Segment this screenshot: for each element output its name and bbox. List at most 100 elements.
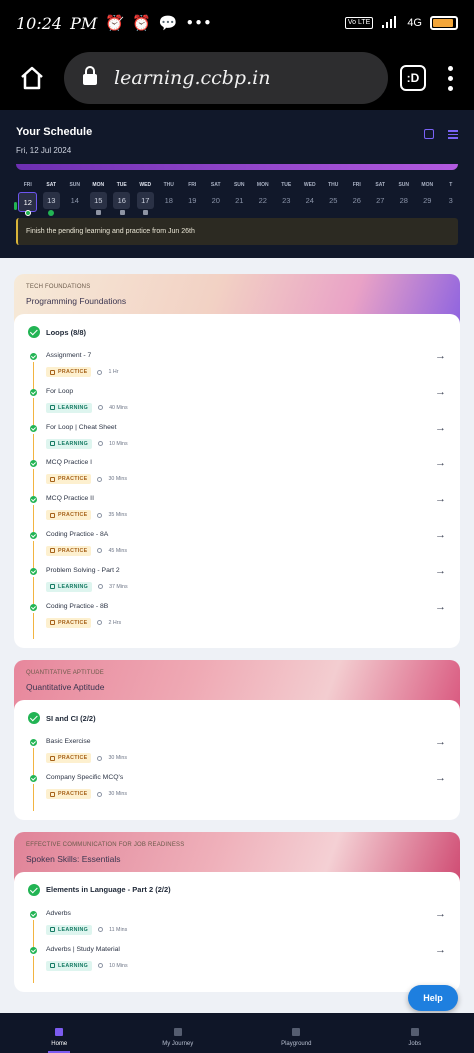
day-26[interactable]: FRI 26 [345,182,369,212]
day-number: 12 [18,192,38,212]
day-20[interactable]: SAT 20 [204,182,228,212]
day-21[interactable]: SUN 21 [228,182,252,212]
timeline-line [33,469,34,497]
status-left: 10:24 PM ⏰̸ ⏰ 💬 ••• [16,14,212,33]
item-duration: 10 Mins [109,440,128,447]
arrow-right-icon[interactable]: → [435,565,446,577]
topic-label: Loops (8/8) [46,327,87,337]
day-29[interactable]: MON 29 [416,182,440,212]
calendar-icon[interactable] [424,129,434,139]
list-item[interactable]: Assignment - 7 PRACTICE 1 Hr → [28,350,446,389]
topic-label: Elements in Language - Part 2 (2/2) [46,885,171,895]
day-17[interactable]: WED 17 [134,182,158,215]
arrow-right-icon[interactable]: → [435,601,446,613]
alarm-icon: ⏰ [131,14,151,32]
item-duration: 35 Mins [108,512,128,519]
tag-label: PRACTICE [58,547,88,554]
day-name: TUE [116,182,127,188]
arrow-right-icon[interactable]: → [435,422,446,434]
nav-jobs[interactable]: Jobs [356,1028,474,1047]
clock-icon [97,512,103,518]
topic-title[interactable]: Elements in Language - Part 2 (2/2) [28,883,446,896]
list-item[interactable]: For Loop | Cheat Sheet LEARNING 10 Mins → [28,422,446,461]
list-item[interactable]: Adverbs LEARNING 11 Mins → [28,908,446,947]
home-icon[interactable] [12,58,52,98]
check-icon [30,353,37,360]
arrow-right-icon[interactable]: → [435,493,446,505]
item-name: Coding Practice - 8A [46,530,109,538]
nav-label: My Journey [162,1041,194,1047]
network-type: 4G [407,17,422,29]
day-24[interactable]: WED 24 [298,182,322,212]
item-duration: 30 Mins [108,755,128,762]
day-16[interactable]: TUE 16 [110,182,134,215]
nav-my-journey[interactable]: My Journey [119,1028,237,1047]
browser-menu-icon[interactable] [438,65,462,91]
check-icon [30,388,37,396]
clipboard-icon [50,476,55,482]
arrow-right-icon[interactable]: → [435,529,446,541]
list-item[interactable]: For Loop LEARNING 40 Mins → [28,386,446,425]
topic-title[interactable]: Loops (8/8) [28,326,446,338]
course-category: TECH FOUNDATIONS [26,284,91,290]
day-number: 21 [235,196,244,205]
day-27[interactable]: SAT 27 [369,182,393,212]
check-icon [30,946,37,954]
day-14[interactable]: SUN 14 [63,182,87,212]
list-icon[interactable] [448,130,458,155]
arrow-right-icon[interactable]: → [435,457,446,469]
item-meta: PRACTICE 30 Mins [46,753,446,764]
arrow-right-icon[interactable]: → [435,350,446,362]
list-item[interactable]: Coding Practice - 8A PRACTICE 45 Mins → [28,529,446,568]
practice-tag: PRACTICE [46,617,92,628]
arrow-right-icon[interactable]: → [435,736,446,748]
day-3[interactable]: T3 [439,182,463,212]
list-item[interactable]: Adverbs | Study Material LEARNING 10 Mins → [28,944,446,983]
day-name: MON [256,182,269,188]
pending-marker [143,210,149,215]
learning-tag: LEARNING [46,581,93,592]
list-item[interactable]: Coding Practice - 8B PRACTICE 2 Hrs → [28,601,446,640]
check-circle-icon [28,883,40,896]
day-28[interactable]: SUN 28 [392,182,416,212]
day-22[interactable]: MON 22 [251,182,275,212]
day-number: 20 [211,196,220,205]
day-15[interactable]: MON 15 [87,182,111,215]
day-13[interactable]: SAT 13 [40,182,64,216]
url-bar[interactable]: learning.ccbp.in [64,52,388,104]
completed-marker [24,210,31,216]
arrow-right-icon[interactable]: → [435,772,446,784]
day-23[interactable]: TUE 23 [275,182,299,212]
arrow-right-icon[interactable]: → [435,908,446,920]
check-icon [30,567,37,575]
day-number: 23 [282,196,291,205]
arrow-right-icon[interactable]: → [435,944,446,956]
day-19[interactable]: FRI 19 [181,182,205,212]
practice-tag: PRACTICE [46,367,92,377]
item-name: Company Specific MCQ's [46,774,124,782]
list-item[interactable]: MCQ Practice I PRACTICE 30 Mins → [28,457,446,497]
arrow-right-icon[interactable]: → [435,386,446,398]
clock-icon [97,620,103,626]
nav-home[interactable]: Home [0,1028,118,1053]
item-name: Adverbs | Study Material [46,945,120,953]
list-item[interactable]: MCQ Practice II PRACTICE 35 Mins → [28,493,446,532]
list-item[interactable]: Problem Solving - Part 2 LEARNING 37 Mins → [28,565,446,604]
course-card: EFFECTIVE COMMUNICATION FOR JOB READINES… [14,831,460,992]
day-name: T [449,182,453,188]
list-item[interactable]: Company Specific MCQ's PRACTICE 30 Mins → [28,772,446,811]
nav-playground[interactable]: Playground [237,1028,355,1047]
learning-tag: LEARNING [46,402,93,413]
extension-button[interactable]: :D [400,65,426,91]
item-duration: 37 Mins [109,583,128,590]
help-button[interactable]: Help [408,985,458,1011]
course-category: QUANTITATIVE APTITUDE [26,670,104,677]
item-meta: LEARNING 10 Mins [46,438,446,449]
item-duration: 30 Mins [108,791,128,798]
day-25[interactable]: THU 25 [322,182,346,212]
list-item[interactable]: Basic Exercise PRACTICE 30 Mins → [28,736,446,776]
topic-title[interactable]: SI and CI (2/2) [28,712,446,725]
day-18[interactable]: THU 18 [157,182,181,212]
day-12[interactable]: FRI 12 [16,182,40,216]
item-duration: 30 Mins [108,476,128,483]
